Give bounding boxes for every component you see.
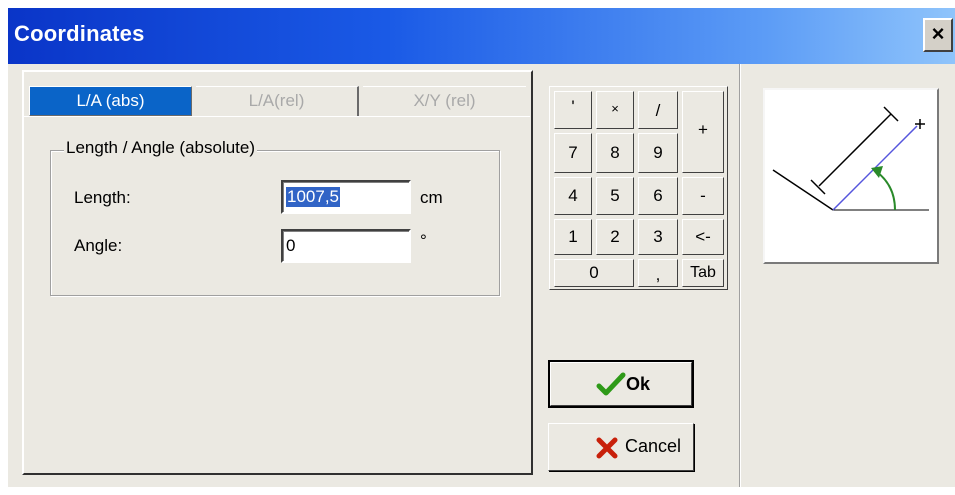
length-field[interactable]: 1007,5 — [281, 180, 411, 214]
length-label: Length: — [74, 188, 131, 207]
key-tab[interactable]: Tab — [682, 259, 724, 287]
key-8[interactable]: 8 — [596, 133, 634, 173]
check-icon — [596, 372, 626, 396]
key-comma[interactable]: , — [638, 259, 678, 287]
x-icon — [596, 437, 618, 459]
tab-length-angle-absolute[interactable]: L/A (abs) — [29, 86, 192, 116]
key-4[interactable]: 4 — [554, 177, 592, 215]
tab-strip-divider — [24, 116, 530, 118]
angle-unit: ° — [420, 231, 427, 250]
angle-value: 0 — [286, 236, 296, 255]
length-value: 1007,5 — [286, 187, 340, 207]
key-7[interactable]: 7 — [554, 133, 592, 173]
length-angle-diagram-icon — [772, 106, 929, 211]
keypad: ' × / + 7 8 9 4 5 6 - 1 2 3 <- 0 , Tab — [549, 86, 728, 290]
ok-label: Ok — [626, 374, 651, 394]
angle-field[interactable]: 0 — [281, 229, 411, 263]
key-0[interactable]: 0 — [554, 259, 634, 287]
key-9[interactable]: 9 — [638, 133, 678, 173]
key-2[interactable]: 2 — [596, 219, 634, 255]
close-button[interactable]: × — [923, 18, 953, 52]
key-plus[interactable]: + — [682, 91, 724, 173]
tab-xy-relative[interactable]: X/Y (rel) — [363, 86, 526, 116]
key-5[interactable]: 5 — [596, 177, 634, 215]
key-divide[interactable]: / — [638, 91, 678, 129]
ok-button[interactable]: Ok — [548, 360, 694, 408]
preview-panel — [763, 88, 939, 264]
divider — [739, 64, 741, 487]
cancel-button[interactable]: Cancel — [548, 423, 694, 471]
length-angle-groupbox — [50, 150, 500, 296]
title-bar: Coordinates × — [8, 8, 955, 64]
angle-label: Angle: — [74, 236, 123, 255]
key-1[interactable]: 1 — [554, 219, 592, 255]
dialog-title: Coordinates — [14, 21, 145, 46]
key-multiply[interactable]: × — [596, 91, 634, 129]
dialog-client-area: L/A (abs) L/A(rel) X/Y (rel) Length / An… — [8, 64, 955, 487]
key-backspace[interactable]: <- — [682, 219, 724, 255]
close-icon: × — [931, 21, 945, 46]
key-apostrophe[interactable]: ' — [554, 91, 592, 129]
key-minus[interactable]: - — [682, 177, 724, 215]
groupbox-legend: Length / Angle (absolute) — [64, 138, 258, 158]
key-3[interactable]: 3 — [638, 219, 678, 255]
key-6[interactable]: 6 — [638, 177, 678, 215]
coordinates-dialog: Coordinates × L/A (abs) L/A(rel) X/Y (re… — [0, 0, 955, 495]
length-unit: cm — [420, 188, 443, 207]
tab-length-angle-relative[interactable]: L/A(rel) — [196, 86, 359, 116]
cancel-label: Cancel — [625, 436, 682, 456]
